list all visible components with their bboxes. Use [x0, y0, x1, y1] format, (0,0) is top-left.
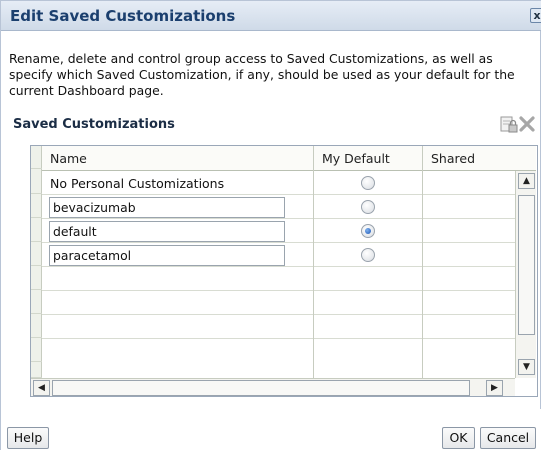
ok-button[interactable]: OK: [442, 427, 475, 449]
dialog-description: Rename, delete and control group access …: [9, 51, 515, 98]
lock-edit-icon[interactable]: [499, 114, 519, 134]
column-header-my-default[interactable]: My Default: [314, 146, 423, 171]
close-icon[interactable]: x: [530, 8, 541, 23]
delete-x-icon[interactable]: [517, 114, 537, 134]
empty-row: [42, 315, 522, 339]
customizations-grid: Name My Default Shared No Personal Custo…: [30, 145, 538, 397]
grid-header: Name My Default Shared: [42, 146, 536, 171]
my-default-radio[interactable]: [361, 248, 375, 262]
scroll-right-icon[interactable]: ▶: [486, 380, 503, 396]
row-name-text: No Personal Customizations: [50, 176, 225, 191]
table-row[interactable]: [42, 219, 522, 243]
edit-saved-customizations-dialog: Edit Saved Customizations x Rename, dele…: [0, 0, 541, 451]
empty-row: [42, 339, 522, 378]
shared-cell[interactable]: [423, 195, 522, 219]
shared-cell[interactable]: [423, 243, 522, 267]
horizontal-scroll-thumb[interactable]: [52, 380, 470, 396]
vertical-scrollbar[interactable]: ▲ ▼: [515, 171, 536, 378]
column-header-name[interactable]: Name: [42, 146, 314, 171]
table-row[interactable]: No Personal Customizations: [42, 171, 522, 195]
cancel-button[interactable]: Cancel: [480, 427, 536, 449]
column-header-shared[interactable]: Shared: [423, 146, 536, 171]
scroll-up-icon[interactable]: ▲: [518, 173, 535, 189]
my-default-radio[interactable]: [361, 200, 375, 214]
table-row[interactable]: [42, 243, 522, 267]
shared-cell[interactable]: [423, 171, 522, 195]
shared-cell[interactable]: [423, 219, 522, 243]
my-default-radio[interactable]: [361, 176, 375, 190]
section-title: Saved Customizations: [13, 117, 175, 132]
name-field[interactable]: [49, 221, 285, 242]
dialog-title: Edit Saved Customizations: [10, 7, 236, 25]
dialog-footer: Help OK Cancel: [1, 409, 541, 451]
my-default-radio-selected[interactable]: [361, 224, 375, 238]
empty-row: [42, 291, 522, 315]
vertical-scroll-thumb[interactable]: [518, 195, 535, 335]
row-gutter: [31, 146, 42, 378]
horizontal-scrollbar[interactable]: ◀ ▶: [31, 378, 515, 396]
dialog-titlebar[interactable]: Edit Saved Customizations x: [1, 1, 541, 31]
name-field[interactable]: [49, 245, 285, 266]
help-button[interactable]: Help: [7, 427, 49, 449]
name-field[interactable]: [49, 197, 285, 218]
scroll-down-icon[interactable]: ▼: [518, 359, 535, 375]
table-row[interactable]: [42, 195, 522, 219]
scroll-left-icon[interactable]: ◀: [33, 380, 50, 396]
empty-row: [42, 267, 522, 291]
